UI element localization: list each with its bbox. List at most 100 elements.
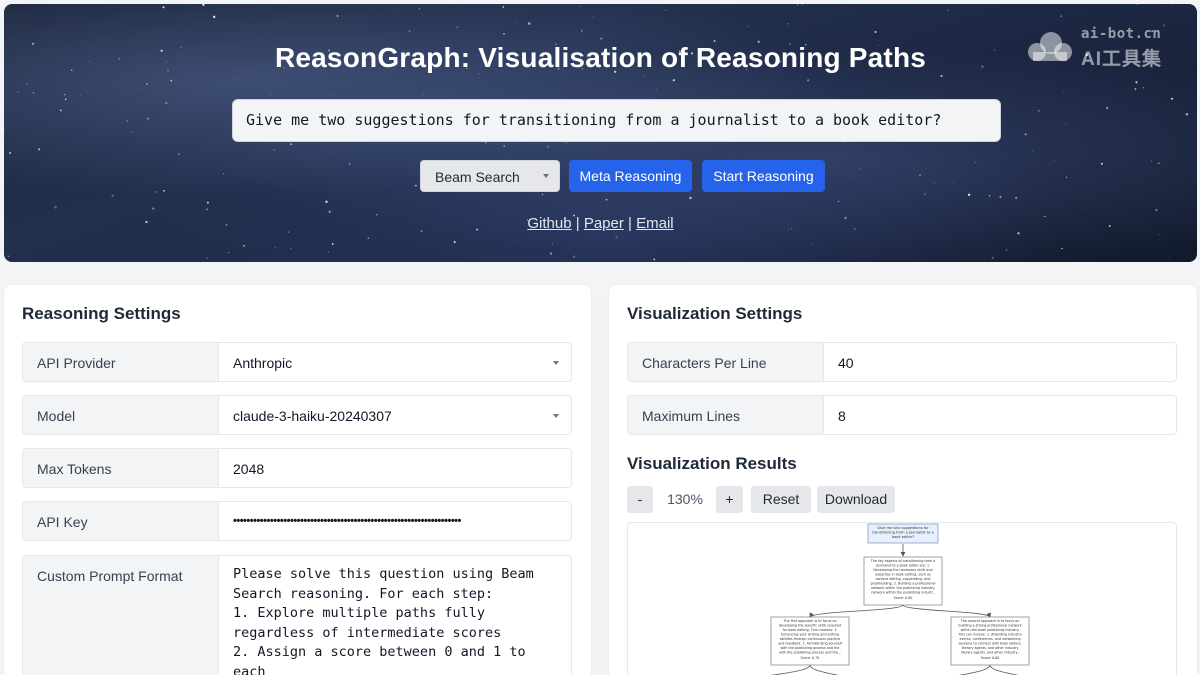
star <box>64 94 66 96</box>
star <box>516 20 518 22</box>
api-key-input[interactable]: ••••••••••••••••••••••••••••••••••••••••… <box>219 502 571 540</box>
graph-edge <box>959 664 991 675</box>
question-input[interactable]: Give me two suggestions for transitionin… <box>232 99 1001 142</box>
star <box>325 200 328 203</box>
api-provider-row: API Provider Anthropic <box>22 342 572 382</box>
node-text: within the book publishing industry. <box>961 628 1020 632</box>
star <box>332 94 334 96</box>
star <box>615 236 618 239</box>
star <box>953 182 954 184</box>
star <box>415 184 417 187</box>
star <box>1017 232 1020 235</box>
star <box>1064 123 1066 125</box>
max-lines-label: Maximum Lines <box>628 396 824 434</box>
download-button[interactable]: Download <box>817 486 895 513</box>
api-provider-select[interactable]: Anthropic <box>219 343 571 381</box>
model-select[interactable]: claude-3-haiku-20240307 <box>219 396 571 434</box>
star <box>1185 112 1189 116</box>
star <box>26 83 28 85</box>
reset-button[interactable]: Reset <box>751 486 811 513</box>
paper-link[interactable]: Paper <box>584 215 624 232</box>
node-text: The first approach is to focus on <box>782 619 836 623</box>
node-text: Enhancing your writing and editing <box>781 633 839 637</box>
star <box>162 6 165 9</box>
star <box>1142 87 1145 89</box>
graph-root-node[interactable]: Give me two suggestions for transitionin… <box>867 523 939 544</box>
star <box>348 163 351 165</box>
star <box>146 117 150 120</box>
star <box>999 195 1002 198</box>
star <box>656 88 657 90</box>
graph-node[interactable]: The second approach is to focus on build… <box>950 616 1030 666</box>
star <box>940 75 943 77</box>
node-text: literary agents, and other industry <box>962 646 1019 650</box>
graph-node[interactable]: The first approach is to focus on develo… <box>770 616 850 666</box>
star <box>453 240 456 244</box>
star <box>572 255 576 258</box>
star <box>633 247 635 248</box>
star <box>600 37 603 40</box>
node-text: Developing the necessary skills and <box>873 568 932 572</box>
star <box>1066 176 1068 178</box>
star <box>1158 162 1160 165</box>
star <box>228 252 230 254</box>
star <box>485 142 487 144</box>
star <box>811 243 812 245</box>
star <box>796 4 799 6</box>
graph-edge <box>902 604 991 618</box>
star <box>605 198 608 201</box>
visualization-settings-title: Visualization Settings <box>627 304 803 323</box>
star <box>273 149 276 151</box>
star <box>807 79 810 82</box>
star <box>1134 88 1137 90</box>
star <box>924 193 926 195</box>
reasoning-graph-canvas[interactable]: Give me two suggestions for transitionin… <box>627 522 1177 675</box>
star <box>327 251 330 253</box>
hero-banner: ReasonGraph: Visualisation of Reasoning … <box>4 4 1197 262</box>
email-link[interactable]: Email <box>636 215 674 232</box>
max-tokens-input[interactable]: 2048 <box>219 449 571 487</box>
node-score: Score: 0.60 <box>981 656 1000 660</box>
meta-reasoning-button[interactable]: Meta Reasoning <box>569 160 692 192</box>
star <box>9 151 12 155</box>
star <box>672 79 675 82</box>
header-links: Github | Paper | Email <box>4 215 1197 232</box>
chars-per-line-input[interactable]: 40 <box>824 343 1176 381</box>
graph-node[interactable]: The key aspects of transitioning from a … <box>863 556 943 606</box>
reasoning-method-select[interactable]: Beam Search <box>420 160 560 192</box>
star <box>80 95 81 97</box>
custom-prompt-textarea[interactable]: Please solve this question using Beam Se… <box>219 556 571 675</box>
graph-edge <box>809 604 904 618</box>
reasoning-settings-title: Reasoning Settings <box>22 304 181 323</box>
star <box>801 4 803 6</box>
zoom-out-button[interactable]: - <box>627 486 653 513</box>
zoom-in-button[interactable]: + <box>716 486 743 513</box>
star <box>398 10 399 12</box>
star <box>146 83 148 85</box>
star <box>418 8 420 10</box>
star <box>1100 162 1103 165</box>
star <box>547 145 550 148</box>
api-key-row: API Key ••••••••••••••••••••••••••••••••… <box>22 501 572 541</box>
star <box>32 91 35 94</box>
star <box>206 208 208 211</box>
github-link[interactable]: Github <box>527 215 571 232</box>
max-lines-input[interactable]: 8 <box>824 396 1176 434</box>
star <box>274 247 276 249</box>
star <box>163 189 165 192</box>
star <box>415 166 417 167</box>
node-text: network within the publishing industry. <box>871 586 935 590</box>
node-text: for book editing. This involves: 1. <box>783 628 838 632</box>
star <box>502 6 505 8</box>
star <box>27 91 28 93</box>
star <box>578 6 580 7</box>
start-reasoning-button[interactable]: Start Reasoning <box>702 160 825 192</box>
model-label: Model <box>23 396 219 434</box>
node-text: expertise in book editing, such as <box>875 573 931 577</box>
star <box>689 196 692 200</box>
star <box>1061 247 1063 250</box>
node-text: This can involve: 1. Attending industry <box>957 633 1022 637</box>
star <box>408 30 411 32</box>
star <box>178 153 180 155</box>
star <box>516 241 517 242</box>
